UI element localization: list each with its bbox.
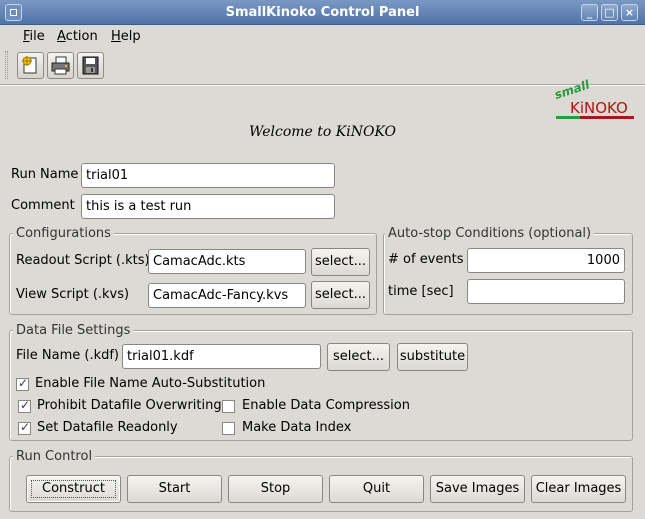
- run-name-label: Run Name: [11, 167, 79, 182]
- logo-underline-red: [580, 116, 634, 119]
- menu-action[interactable]: Action: [53, 27, 102, 47]
- check-icon: ✓: [20, 398, 31, 412]
- compression-checkbox[interactable]: [222, 400, 235, 413]
- data-index-checkbox[interactable]: [222, 422, 235, 435]
- readout-script-input[interactable]: CamacAdc.kts: [148, 249, 306, 274]
- file-name-label: File Name (.kdf): [16, 348, 120, 363]
- stop-button[interactable]: Stop: [228, 475, 323, 503]
- window-title: SmallKinoko Control Panel: [225, 5, 420, 20]
- logo-main-text: KiNOKO: [570, 99, 628, 117]
- events-label: # of events: [388, 252, 464, 267]
- check-icon: ✓: [20, 420, 31, 434]
- view-script-label: View Script (.kvs): [16, 287, 130, 302]
- auto-substitution-checkbox[interactable]: ✓: [16, 376, 29, 391]
- quit-button[interactable]: Quit: [329, 475, 424, 503]
- save-images-button[interactable]: Save Images: [430, 475, 525, 503]
- run-name-input[interactable]: trial01: [81, 163, 335, 188]
- minimize-icon[interactable]: _: [581, 4, 598, 21]
- view-select-button[interactable]: select...: [311, 281, 370, 309]
- auto-substitution-label: Enable File Name Auto-Substitution: [35, 376, 266, 391]
- toolbar-handle[interactable]: [5, 51, 8, 79]
- menu-file[interactable]: File: [19, 27, 49, 47]
- configurations-title: Configurations: [13, 226, 114, 242]
- prohibit-overwrite-checkbox[interactable]: ✓: [18, 398, 31, 413]
- close-icon[interactable]: ×: [621, 4, 638, 21]
- toolbar-divider: [0, 84, 645, 86]
- check-icon: ✓: [18, 376, 29, 390]
- maximize-icon[interactable]: □: [601, 4, 618, 21]
- readout-script-label: Readout Script (.kts): [16, 253, 150, 268]
- readout-select-button[interactable]: select...: [311, 248, 370, 276]
- menu-help[interactable]: Help: [107, 27, 145, 47]
- compression-label: Enable Data Compression: [242, 398, 410, 413]
- view-script-input[interactable]: CamacAdc-Fancy.kvs: [148, 283, 306, 308]
- logo-underline-green: [556, 116, 580, 119]
- welcome-heading: Welcome to KiNOKO: [248, 124, 397, 140]
- readonly-label: Set Datafile Readonly: [37, 420, 178, 435]
- new-document-icon[interactable]: [17, 52, 44, 79]
- datafile-title: Data File Settings: [13, 323, 134, 339]
- file-select-button[interactable]: select...: [327, 343, 390, 371]
- substitute-button[interactable]: substitute: [397, 343, 468, 371]
- readonly-checkbox[interactable]: ✓: [18, 420, 31, 435]
- time-input[interactable]: [467, 279, 625, 304]
- events-input[interactable]: 1000: [467, 248, 625, 273]
- comment-input[interactable]: this is a test run: [81, 194, 335, 219]
- prohibit-overwrite-label: Prohibit Datafile Overwriting: [37, 398, 222, 413]
- start-button[interactable]: Start: [127, 475, 222, 503]
- time-label: time [sec]: [388, 284, 454, 299]
- autostop-title: Auto-stop Conditions (optional): [385, 226, 595, 242]
- run-control-title: Run Control: [13, 449, 96, 465]
- print-icon[interactable]: [47, 52, 74, 79]
- data-index-label: Make Data Index: [242, 420, 352, 435]
- comment-label: Comment: [11, 198, 75, 213]
- file-name-input[interactable]: trial01.kdf: [122, 344, 321, 369]
- construct-button[interactable]: Construct: [26, 475, 121, 503]
- clear-images-button[interactable]: Clear Images: [531, 475, 626, 503]
- save-disk-icon[interactable]: [77, 52, 104, 79]
